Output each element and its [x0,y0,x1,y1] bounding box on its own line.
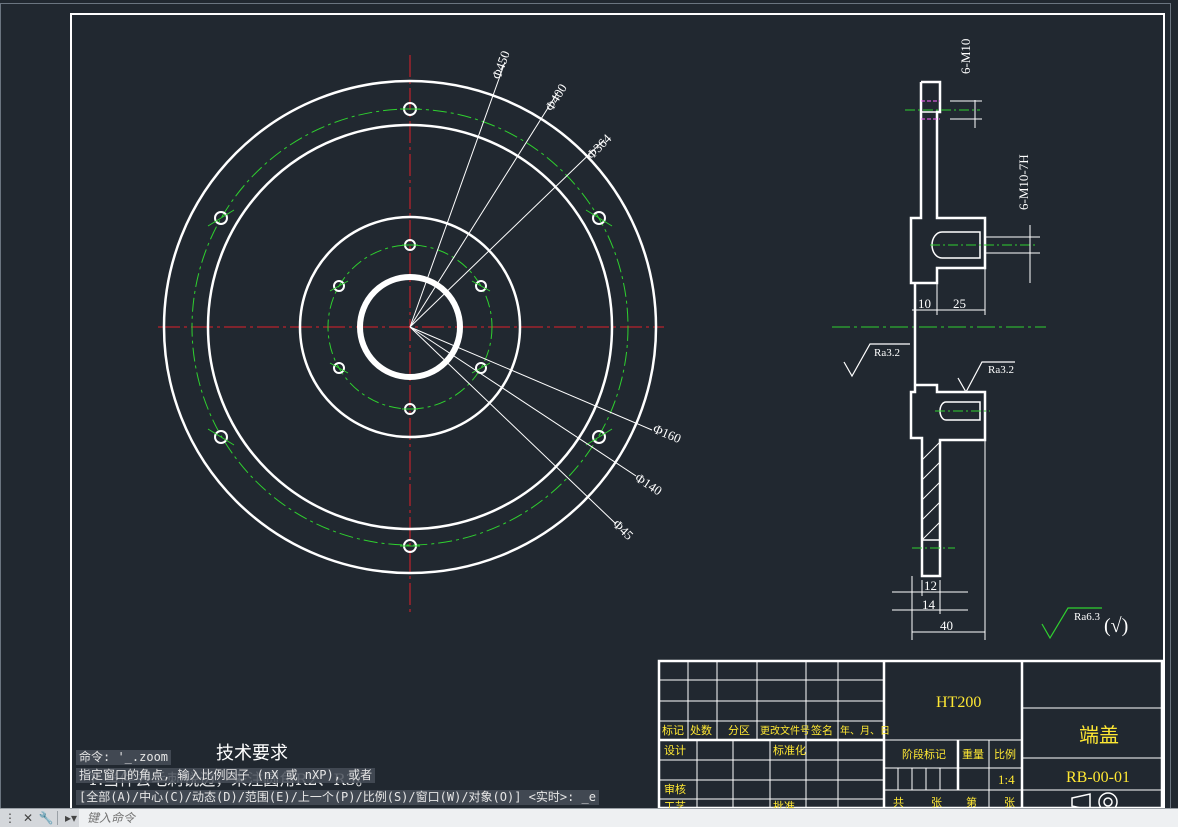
scale-value: 1:4 [998,772,1015,787]
dim-w14: 14 [922,597,936,612]
header-approve: 批准 [773,799,795,808]
command-history-line-1: 命令: '_.zoom [76,750,172,765]
command-history-line-2: 指定窗口的角点, 输入比例因子 (nX 或 nXP), 或者 [76,768,376,783]
header-count: 处数 [690,724,712,737]
dim-d45: Φ45 [610,516,637,542]
command-history-line-3: [全部(A)/中心(C)/动态(D)/范围(E)/上一个(P)/比例(S)/窗口… [76,790,599,805]
dim-d400: Φ400 [542,81,570,114]
general-roughness: Ra6.3 (√) [1041,607,1128,640]
header-process: 工艺 [664,800,686,808]
roughness-left: Ra3.2 [874,347,900,359]
svg-text:(√): (√) [1104,615,1128,637]
header-page: 第 [966,795,977,808]
dim-w40: 40 [940,618,953,633]
dim-d364: Φ364 [583,130,614,162]
header-total: 共 [893,796,904,808]
wrench-icon[interactable]: 🔧 [38,810,54,826]
command-input[interactable] [79,809,1178,827]
front-view: Φ450 Φ400 Φ364 Φ160 Φ140 Φ45 [158,49,683,612]
dim-w10: 10 [918,296,931,311]
dim-d450: Φ450 [489,49,513,81]
header-mark: 标记 [662,723,684,737]
command-bar: ⋮ ✕ 🔧 ▸▾ [0,808,1178,827]
dim-d140: Φ140 [632,470,665,498]
svg-text:Ra6.3: Ra6.3 [1074,611,1100,623]
drawing-number: RB-00-01 [1066,769,1130,786]
close-icon[interactable]: ✕ [20,810,36,826]
header-date: 年、月、日 [840,724,890,737]
dim-w25: 25 [953,296,966,311]
leader-d160 [409,326,653,431]
material-value: HT200 [936,694,981,711]
header-weight: 重量 [962,747,984,761]
dim-6-m10-7h: 6-M10-7H [1016,154,1031,210]
header-change-doc: 更改文件号 [760,724,810,737]
command-prompt-icon[interactable]: ▸▾ [63,810,79,826]
header-sheets: 张 [931,796,942,808]
section-view: 6-M10 6-M10-7H 10 25 12 14 40 Ra3.2 Ra3.… [832,39,1046,640]
header-design: 设计 [664,744,686,757]
dim-6-m10: 6-M10 [958,39,973,74]
header-stage: 阶段标记 [902,747,946,761]
dim-d160: Φ160 [651,421,684,446]
header-standard: 标准化 [773,743,806,757]
header-check: 审核 [664,782,686,796]
drawing-canvas[interactable]: Φ450 Φ400 Φ364 Φ160 Φ140 Φ45 6-M10 6-M10… [0,0,1178,808]
dim-w12: 12 [924,578,937,593]
part-name: 端盖 [1079,723,1119,747]
roughness-right: Ra3.2 [988,364,1014,376]
header-sign: 签名 [811,723,833,737]
header-sheet2: 张 [1004,796,1015,808]
leader-d450 [409,61,506,328]
technical-requirements-title: 技术要求 [216,743,288,764]
header-scale: 比例 [994,747,1016,761]
drawing-frame [70,13,1165,808]
drag-handle-icon[interactable]: ⋮ [2,810,18,826]
leader-d364 [409,139,605,328]
projection-symbol [1071,792,1118,808]
header-zone: 分区 [728,724,750,737]
section-profile [909,80,987,578]
title-block: 标记 处数 分区 更改文件号 签名 年、月、日 设计 标准化 阶段标记 重量 比… [657,659,1164,808]
